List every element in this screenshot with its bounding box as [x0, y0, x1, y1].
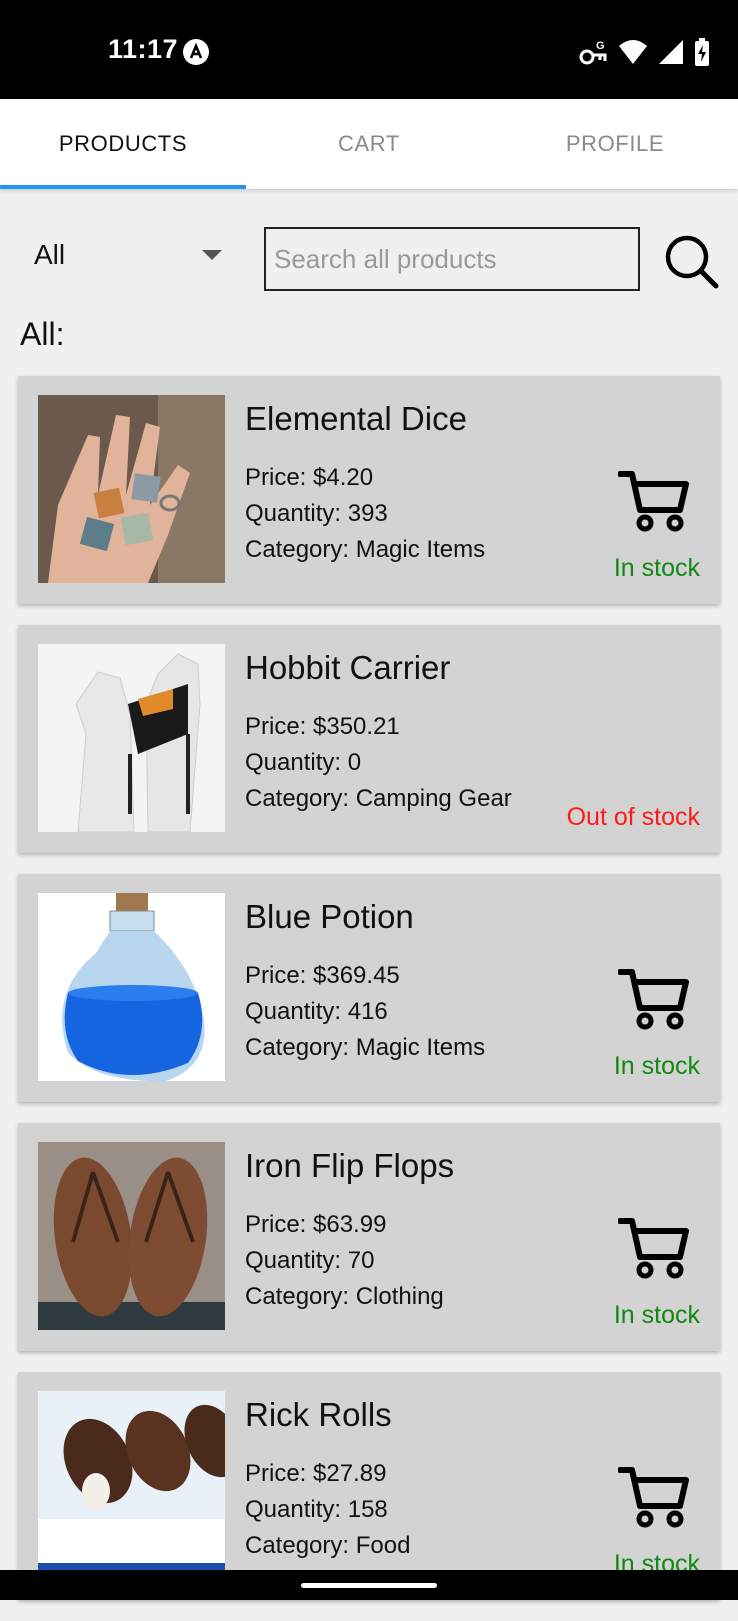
- stock-status: In stock: [613, 554, 700, 582]
- product-quantity: Quantity: 158: [245, 1496, 388, 1523]
- battery-charging-icon: [695, 38, 709, 66]
- product-price: Price: $369.45: [245, 962, 400, 989]
- product-image-carrier: [38, 644, 225, 832]
- product-image-flip-flops: [38, 1142, 225, 1330]
- status-time: 11:17: [108, 34, 179, 64]
- assistant-icon: [183, 39, 209, 65]
- wifi-icon: [619, 40, 647, 64]
- tab-profile[interactable]: PROFILE: [492, 99, 738, 189]
- search-input[interactable]: [264, 227, 640, 291]
- product-price: Price: $63.99: [245, 1211, 387, 1238]
- product-quantity: Quantity: 0: [245, 749, 362, 776]
- tab-products[interactable]: PRODUCTS: [0, 99, 246, 189]
- tab-bar: PRODUCTS CART PROFILE: [0, 99, 738, 189]
- product-name: Elemental Dice: [245, 400, 467, 437]
- add-to-cart-icon[interactable]: [618, 470, 690, 534]
- product-price: Price: $27.89: [245, 1460, 387, 1487]
- product-card[interactable]: Hobbit Carrier Price: $350.21 Quantity: …: [18, 625, 720, 853]
- add-to-cart-icon[interactable]: [618, 1217, 690, 1281]
- product-name: Blue Potion: [245, 898, 414, 935]
- product-category: Category: Clothing: [245, 1283, 444, 1310]
- product-card[interactable]: Elemental Dice Price: $4.20 Quantity: 39…: [18, 376, 720, 604]
- navigation-bar: [0, 1570, 738, 1600]
- filter-row: All: [0, 222, 738, 292]
- product-price: Price: $4.20: [245, 464, 374, 491]
- product-image-dice: [38, 395, 225, 583]
- add-to-cart-icon[interactable]: [618, 968, 690, 1032]
- product-quantity: Quantity: 70: [245, 1247, 375, 1274]
- search-icon[interactable]: [664, 234, 720, 290]
- product-list: Elemental Dice Price: $4.20 Quantity: 39…: [18, 376, 720, 1621]
- section-title: All:: [20, 316, 65, 352]
- stock-status: Out of stock: [566, 803, 700, 831]
- product-category: Category: Food: [245, 1532, 411, 1559]
- product-name: Rick Rolls: [245, 1396, 392, 1433]
- tab-cart[interactable]: CART: [246, 99, 492, 189]
- key-icon: G: [579, 40, 607, 65]
- signal-icon: [659, 40, 683, 64]
- category-dropdown[interactable]: All: [20, 222, 230, 288]
- product-name: Iron Flip Flops: [245, 1147, 455, 1184]
- product-card[interactable]: Iron Flip Flops Price: $63.99 Quantity: …: [18, 1123, 720, 1351]
- home-gesture-handle[interactable]: [301, 1583, 437, 1588]
- stock-status: In stock: [613, 1301, 700, 1329]
- add-to-cart-icon[interactable]: [618, 1466, 690, 1530]
- product-image-rick-rolls: [38, 1391, 225, 1579]
- svg-text:G: G: [596, 40, 605, 52]
- product-quantity: Quantity: 393: [245, 500, 388, 527]
- product-category: Category: Magic Items: [245, 536, 486, 563]
- product-name: Hobbit Carrier: [245, 649, 451, 686]
- product-category: Category: Camping Gear: [245, 785, 512, 812]
- stock-status: In stock: [613, 1052, 700, 1080]
- product-card[interactable]: Blue Potion Price: $369.45 Quantity: 416…: [18, 874, 720, 1102]
- product-image-potion: [38, 893, 225, 1081]
- product-quantity: Quantity: 416: [245, 998, 388, 1025]
- status-icons: G: [578, 36, 710, 68]
- status-bar: 11:17 G: [0, 0, 738, 99]
- product-card[interactable]: Rick Rolls Price: $27.89 Quantity: 158 C…: [18, 1372, 720, 1600]
- category-dropdown-value: All: [34, 239, 66, 270]
- product-price: Price: $350.21: [245, 713, 400, 740]
- chevron-down-icon: [202, 250, 222, 260]
- product-category: Category: Magic Items: [245, 1034, 486, 1061]
